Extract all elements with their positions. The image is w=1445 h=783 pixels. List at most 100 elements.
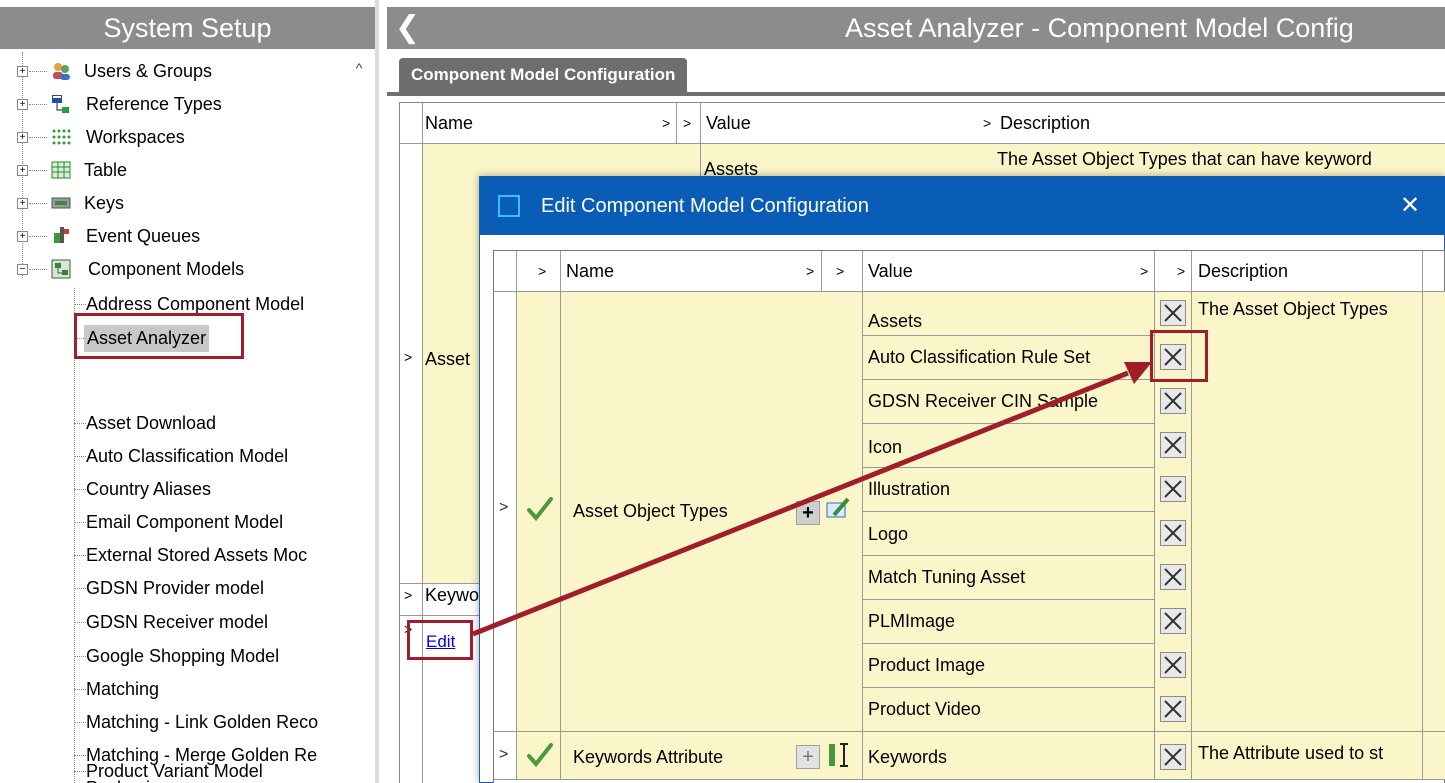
value-item: PLMImage bbox=[868, 611, 956, 631]
tree-item-reference-types[interactable]: + Reference Types bbox=[0, 88, 345, 121]
edit-configuration-dialog: Edit Component Model Configuration ✕ > N… bbox=[479, 176, 1445, 783]
remove-value-button[interactable] bbox=[1160, 300, 1186, 326]
value-item: GDSN Receiver CIN Sample bbox=[868, 391, 1099, 411]
column-resize-icon[interactable]: > bbox=[806, 251, 814, 291]
edit-link[interactable]: Edit bbox=[426, 632, 455, 652]
tree-item-gdsn-receiver-model[interactable]: GDSN Receiver model bbox=[74, 606, 344, 639]
collapse-icon[interactable]: − bbox=[17, 264, 28, 275]
column-resize-icon[interactable]: > bbox=[662, 103, 670, 143]
remove-value-button[interactable] bbox=[1160, 652, 1186, 678]
value-item: Illustration bbox=[868, 479, 951, 499]
value-item: Keywords bbox=[868, 747, 948, 767]
tree-item-auto-classification-model[interactable]: Auto Classification Model bbox=[74, 440, 344, 473]
tree-item-matching[interactable]: Matching bbox=[74, 673, 344, 706]
remove-value-button[interactable] bbox=[1160, 744, 1186, 770]
tree-item-component-models[interactable]: − Component Models bbox=[0, 253, 345, 286]
expand-icon[interactable]: + bbox=[17, 99, 28, 110]
name-cell: Asset bbox=[425, 349, 471, 369]
expand-icon[interactable]: + bbox=[17, 198, 28, 209]
remove-value-button[interactable] bbox=[1160, 696, 1186, 722]
edit-values-icon[interactable] bbox=[824, 495, 852, 523]
add-value-button[interactable]: + bbox=[796, 745, 820, 769]
reference-types-icon bbox=[52, 95, 69, 113]
right-panel-header: ❮ Asset Analyzer - Component Model Confi… bbox=[387, 7, 1445, 49]
remove-value-button[interactable] bbox=[1160, 608, 1186, 634]
column-header-value[interactable]: Value bbox=[706, 103, 751, 143]
setup-tree: + Users & Groups + Reference Types + Wor… bbox=[0, 52, 345, 783]
value-item: Icon bbox=[868, 437, 903, 457]
tree-item-gdsn-provider-model[interactable]: GDSN Provider model bbox=[74, 572, 344, 605]
column-header-name[interactable]: Name bbox=[425, 103, 473, 143]
row-expand-icon[interactable]: > bbox=[499, 746, 508, 764]
value-item: Logo bbox=[868, 524, 909, 544]
window-icon bbox=[498, 195, 520, 217]
tree-item-external-stored-assets[interactable]: External Stored Assets Moc bbox=[74, 539, 344, 572]
remove-value-button[interactable] bbox=[1160, 520, 1186, 546]
expand-icon[interactable]: + bbox=[17, 132, 28, 143]
scroll-up-icon[interactable]: ^ bbox=[352, 60, 366, 80]
tree-item-email-component-model[interactable]: Email Component Model bbox=[74, 506, 344, 539]
tree-item-workspaces[interactable]: + Workspaces bbox=[0, 121, 345, 154]
tree-item-users-groups[interactable]: + Users & Groups bbox=[0, 55, 345, 88]
attribute-name: Asset Object Types bbox=[573, 501, 728, 521]
tree-item-asset-download[interactable]: Asset Download bbox=[74, 407, 344, 440]
remove-value-button[interactable] bbox=[1160, 476, 1186, 502]
description-cell: The Asset Object Types bbox=[1198, 299, 1388, 319]
remove-value-button[interactable] bbox=[1160, 564, 1186, 590]
name-cell: Keywo bbox=[425, 585, 480, 605]
page-title: Asset Analyzer - Component Model Config bbox=[845, 13, 1354, 43]
value-item: Auto Classification Rule Set bbox=[868, 347, 1091, 367]
column-header-name[interactable]: Name bbox=[566, 251, 614, 291]
workspaces-icon bbox=[52, 129, 71, 145]
remove-value-button[interactable] bbox=[1160, 388, 1186, 414]
tab-component-model-configuration[interactable]: Component Model Configuration bbox=[399, 58, 688, 92]
back-chevron-icon[interactable]: ❮ bbox=[395, 7, 420, 49]
column-header-value[interactable]: Value bbox=[868, 251, 913, 291]
check-icon bbox=[527, 497, 553, 522]
expand-icon[interactable]: + bbox=[17, 66, 28, 77]
tree-item-country-aliases[interactable]: Country Aliases bbox=[74, 473, 344, 506]
description-cell: The Asset Object Types that can have key… bbox=[997, 149, 1372, 169]
tree-item-product-variant-model[interactable]: Product Variant Model bbox=[74, 755, 344, 783]
column-expand-icon[interactable]: > bbox=[538, 251, 546, 291]
tree-item-google-shopping-model[interactable]: Google Shopping Model bbox=[74, 640, 344, 673]
check-icon bbox=[527, 743, 553, 768]
column-expand-icon[interactable]: > bbox=[1177, 251, 1185, 291]
highlight-box bbox=[1150, 330, 1208, 382]
tree-item-table[interactable]: + Table bbox=[0, 154, 345, 187]
dialog-title: Edit Component Model Configuration bbox=[541, 195, 869, 217]
dialog-titlebar[interactable]: Edit Component Model Configuration ✕ bbox=[480, 177, 1445, 235]
remove-value-button[interactable] bbox=[1160, 432, 1186, 458]
system-setup-header: System Setup bbox=[0, 7, 375, 49]
users-groups-icon bbox=[53, 63, 70, 80]
column-header-description[interactable]: Description bbox=[1000, 103, 1090, 143]
value-item: Product Image bbox=[868, 655, 986, 675]
expand-icon[interactable]: + bbox=[17, 165, 28, 176]
tree-item-event-queues[interactable]: + Event Queues bbox=[0, 220, 345, 253]
column-resize-icon[interactable]: > bbox=[983, 103, 991, 143]
tree-item-matching-link-golden[interactable]: Matching - Link Golden Reco bbox=[74, 706, 344, 739]
column-resize-icon[interactable]: > bbox=[1140, 251, 1148, 291]
value-item: Match Tuning Asset bbox=[868, 567, 1026, 587]
column-expand-icon[interactable]: > bbox=[683, 103, 691, 143]
keys-icon bbox=[51, 197, 71, 209]
dialog-grid: > Name > > Value > > Description Assets … bbox=[493, 250, 1445, 783]
text-cursor-icon[interactable] bbox=[828, 741, 852, 769]
value-item: Product Video bbox=[868, 699, 981, 719]
row-expand-icon[interactable]: > bbox=[499, 499, 508, 517]
description-cell: The Attribute used to st bbox=[1198, 743, 1384, 763]
row-expand-icon[interactable]: > bbox=[404, 349, 412, 365]
expand-icon[interactable]: + bbox=[17, 231, 28, 242]
event-queues-icon bbox=[54, 227, 69, 243]
tab-bar-underline bbox=[387, 92, 1445, 96]
table-icon bbox=[51, 161, 71, 179]
attribute-name: Keywords Attribute bbox=[573, 747, 724, 767]
column-header-description[interactable]: Description bbox=[1198, 251, 1288, 291]
tree-item-keys[interactable]: + Keys bbox=[0, 187, 345, 220]
column-expand-icon[interactable]: > bbox=[836, 251, 844, 291]
highlight-box bbox=[74, 313, 244, 359]
add-value-button[interactable]: + bbox=[796, 501, 820, 525]
row-expand-icon[interactable]: > bbox=[404, 587, 412, 603]
close-icon[interactable]: ✕ bbox=[1395, 177, 1425, 235]
component-models-icon bbox=[51, 259, 71, 279]
